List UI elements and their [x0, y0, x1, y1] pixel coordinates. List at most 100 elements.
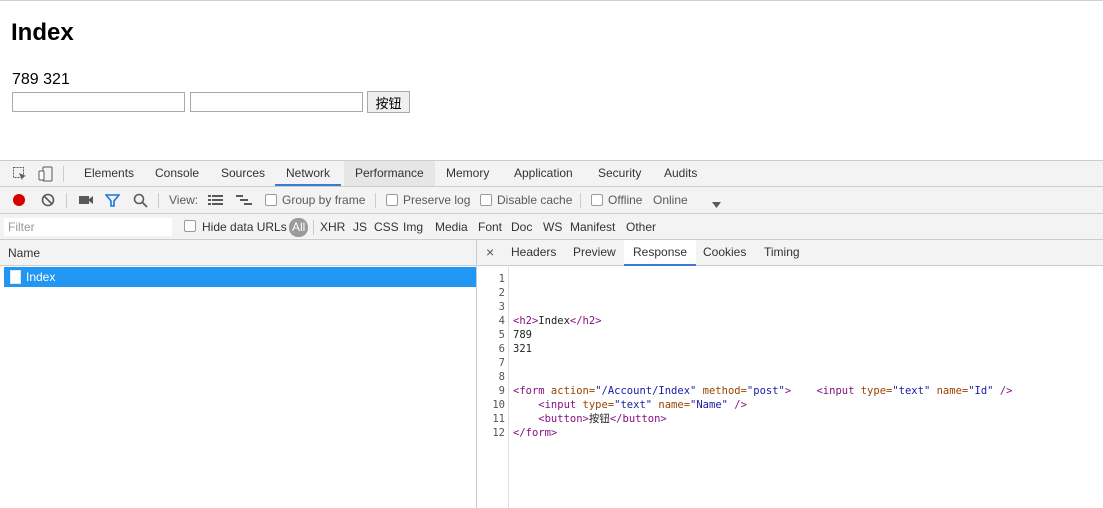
- toolbar-separator: [375, 193, 376, 208]
- filter-funnel-icon[interactable]: [104, 193, 121, 208]
- type-filter-css[interactable]: CSS: [374, 220, 399, 234]
- page-content: Index 789 321 按钮: [0, 0, 1103, 160]
- requests-pane: Name Index: [0, 240, 477, 508]
- code-line: <h2>Index</h2>: [513, 314, 602, 328]
- group-by-frame-checkbox[interactable]: [265, 194, 277, 206]
- line-number: 5: [498, 329, 505, 341]
- code-attr-value: "/Account/Index": [595, 385, 697, 397]
- tab-memory[interactable]: Memory: [435, 161, 500, 186]
- offline-checkbox[interactable]: [591, 194, 603, 206]
- type-filter-doc[interactable]: Doc: [511, 220, 532, 234]
- code-attr-name: type=: [854, 385, 893, 397]
- name-input[interactable]: [190, 92, 363, 112]
- large-rows-icon[interactable]: [208, 194, 223, 206]
- code-tag: </h2>: [569, 315, 602, 327]
- code-text: 按钮: [588, 413, 610, 425]
- submit-button[interactable]: 按钮: [367, 91, 410, 113]
- record-icon[interactable]: [12, 193, 26, 207]
- line-number: 12: [492, 427, 505, 439]
- type-filter-xhr[interactable]: XHR: [320, 220, 345, 234]
- line-number: 8: [498, 371, 505, 383]
- line-number: 3: [498, 301, 505, 313]
- toolbar-separator: [63, 166, 64, 182]
- search-icon[interactable]: [133, 193, 148, 208]
- preserve-log-checkbox[interactable]: [386, 194, 398, 206]
- disable-cache-checkbox[interactable]: [480, 194, 492, 206]
- code-attr-name: type=: [576, 399, 615, 411]
- code-line: <input type="text" name="Name" />: [513, 398, 747, 412]
- request-row[interactable]: Index: [4, 267, 476, 287]
- tab-console[interactable]: Console: [144, 161, 210, 186]
- line-number: 1: [498, 273, 505, 285]
- toolbar-separator: [580, 193, 581, 208]
- type-filter-all[interactable]: All: [289, 218, 309, 237]
- clear-icon[interactable]: [41, 193, 55, 207]
- tab-performance[interactable]: Performance: [344, 161, 435, 186]
- filter-input[interactable]: [4, 218, 172, 236]
- type-filter-js[interactable]: JS: [353, 220, 367, 234]
- name-column-header[interactable]: Name: [0, 240, 476, 266]
- type-filter-font[interactable]: Font: [478, 220, 502, 234]
- detail-tabbar: × Headers Preview Response Cookies Timin…: [477, 240, 1103, 266]
- type-filter-other[interactable]: Other: [626, 220, 656, 234]
- tab-security[interactable]: Security: [587, 161, 652, 186]
- hide-data-urls-checkbox[interactable]: [184, 220, 196, 232]
- hide-data-urls-label: Hide data URLs: [202, 220, 287, 234]
- code-tag: <input: [791, 385, 855, 397]
- code-attr-name: name=: [930, 385, 969, 397]
- inspect-element-icon[interactable]: [12, 166, 28, 182]
- code-line: <form action="/Account/Index" method="po…: [513, 384, 1012, 398]
- code-attr-name: method=: [696, 385, 747, 397]
- line-number: 4: [498, 315, 505, 327]
- request-detail-pane: × Headers Preview Response Cookies Timin…: [477, 240, 1103, 508]
- code-tag: <input: [513, 399, 577, 411]
- code-attr-name: name=: [652, 399, 691, 411]
- tab-audits[interactable]: Audits: [653, 161, 708, 186]
- code-tag: <h2>: [513, 315, 539, 327]
- throttling-select[interactable]: Online: [653, 193, 688, 207]
- tab-response[interactable]: Response: [624, 240, 697, 266]
- line-number: 7: [498, 357, 505, 369]
- code-tag: />: [993, 385, 1013, 397]
- device-toolbar-icon[interactable]: [38, 166, 54, 182]
- tab-elements[interactable]: Elements: [73, 161, 145, 186]
- line-number-gutter: 1 2 3 4 5 6 7 8 9 10 11 12: [477, 267, 509, 508]
- line-number: 11: [492, 413, 505, 425]
- code-tag: <form: [513, 385, 545, 397]
- waterfall-overview-icon[interactable]: [236, 194, 252, 206]
- code-tag: />: [727, 399, 747, 411]
- code-attr-name: action=: [544, 385, 596, 397]
- type-filter-img[interactable]: Img: [403, 220, 423, 234]
- filter-bar: Hide data URLs All XHR JS CSS Img Media …: [0, 214, 1103, 240]
- tab-preview[interactable]: Preview: [564, 240, 625, 265]
- document-icon: [10, 270, 21, 284]
- type-filter-media[interactable]: Media: [435, 220, 468, 234]
- tab-network[interactable]: Network: [275, 161, 342, 186]
- devtools-tabbar: Elements Console Sources Network Perform…: [0, 161, 1103, 187]
- code-tag: </button>: [609, 413, 667, 425]
- toolbar-separator: [158, 193, 159, 208]
- group-by-frame-label: Group by frame: [282, 193, 366, 207]
- toolbar-separator: [313, 220, 314, 235]
- toolbar-separator: [66, 193, 67, 208]
- line-number: 2: [498, 287, 505, 299]
- line-number: 10: [492, 399, 505, 411]
- dropdown-arrow-icon[interactable]: [712, 197, 721, 208]
- type-filter-ws[interactable]: WS: [543, 220, 562, 234]
- line-number: 9: [498, 385, 505, 397]
- tab-cookies[interactable]: Cookies: [694, 240, 755, 265]
- close-icon[interactable]: ×: [486, 245, 494, 259]
- tab-sources[interactable]: Sources: [210, 161, 276, 186]
- response-code-viewer[interactable]: 1 2 3 4 5 6 7 8 9 10 11 12 <h2>Index</h2…: [477, 267, 1103, 508]
- tab-application[interactable]: Application: [503, 161, 584, 186]
- screenshot-camera-icon[interactable]: [78, 194, 94, 206]
- code-attr-value: "text": [892, 385, 931, 397]
- tab-headers[interactable]: Headers: [502, 240, 565, 265]
- type-filter-manifest[interactable]: Manifest: [570, 220, 615, 234]
- page-values-text: 789 321: [12, 71, 70, 88]
- request-name: Index: [26, 270, 56, 284]
- code-tag: </form>: [513, 427, 558, 439]
- code-tag: <button>: [513, 413, 589, 425]
- id-input[interactable]: [12, 92, 185, 112]
- tab-timing[interactable]: Timing: [755, 240, 809, 265]
